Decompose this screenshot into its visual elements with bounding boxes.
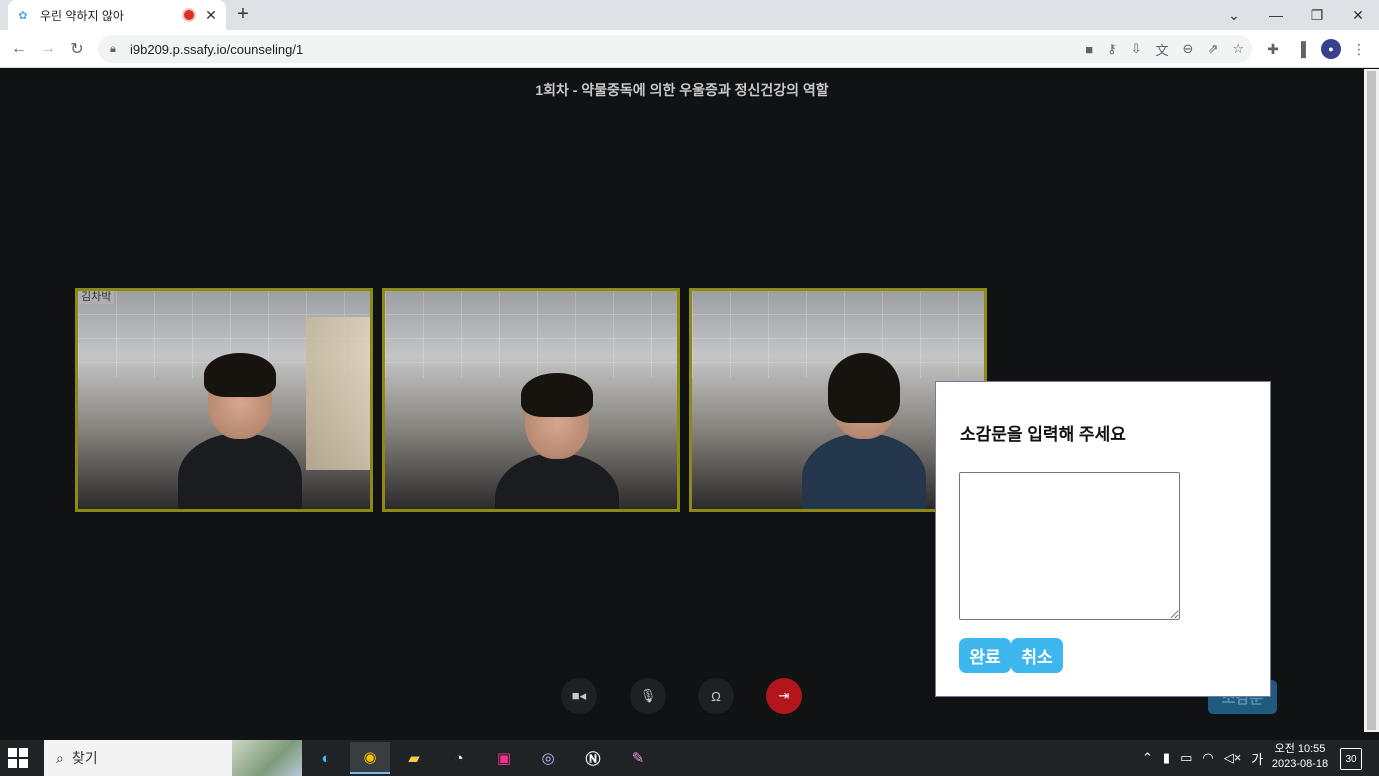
headphones-toggle-button[interactable]: Ω	[698, 678, 734, 714]
participant-video-1: 김차박	[75, 288, 373, 512]
taskbar-clock[interactable]: 오전 10:55 2023-08-18	[1266, 742, 1334, 772]
browser-tab[interactable]: ✿ 우린 약하지 않아 ✕	[8, 0, 226, 30]
cancel-button[interactable]: 취소	[1011, 638, 1063, 673]
url-text: i9b209.p.ssafy.io/counseling/1	[130, 41, 304, 57]
extensions-icon[interactable]: ✚	[1261, 37, 1285, 61]
edge-icon[interactable]: ◐	[306, 742, 346, 774]
participant-figure	[802, 353, 926, 509]
profile-avatar[interactable]: ●	[1321, 39, 1341, 59]
leave-session-button[interactable]: ⇥	[766, 678, 802, 714]
intellij-icon[interactable]: ▣	[484, 742, 524, 774]
lock-icon: 🔒︎	[110, 42, 116, 55]
participant-figure	[495, 373, 619, 509]
omnibox-actions: ■ ⚷ ⇩ 文 ⊖ ⇗ ☆	[1085, 35, 1244, 63]
restore-button[interactable]: ❐	[1297, 0, 1337, 30]
reload-icon[interactable]: ↻	[65, 37, 89, 61]
search-highlight-image	[232, 740, 302, 776]
tab-search-chevron-icon[interactable]: ⌄	[1214, 0, 1254, 30]
app-ring-icon[interactable]: ◎	[528, 742, 568, 774]
translate-icon[interactable]: 文	[1156, 40, 1169, 59]
clock-date: 2023-08-18	[1271, 758, 1329, 770]
back-arrow-icon[interactable]: ←	[7, 37, 31, 61]
page-scrollbar[interactable]	[1364, 69, 1379, 732]
app-favicon-icon: ✿	[18, 9, 28, 22]
windows-taskbar: ⌕ 찾기 ◐ ◉ ▰ ◔ ▣ ◎ Ⓝ ✎ ⌃ ▮ ▭ ◠ ◁× 가 오전 10:…	[0, 740, 1379, 776]
search-icon: ⌕	[56, 749, 64, 766]
install-icon[interactable]: ⇩	[1131, 41, 1142, 57]
notion-icon[interactable]: Ⓝ	[573, 742, 613, 774]
reflection-textarea[interactable]	[959, 472, 1180, 620]
notification-center-button[interactable]: 30	[1340, 748, 1362, 770]
start-button[interactable]	[8, 748, 28, 768]
address-bar[interactable]: 🔒︎ i9b209.p.ssafy.io/counseling/1 ■ ⚷ ⇩ …	[98, 35, 1252, 63]
minimize-button[interactable]: —	[1256, 0, 1296, 30]
leave-icon: ⇥	[778, 688, 790, 703]
reflection-modal: 소감문을 입력해 주세요 완료 취소	[935, 381, 1271, 697]
side-panel-icon[interactable]: ▐	[1289, 37, 1313, 61]
ime-indicator[interactable]: 가	[1251, 749, 1263, 768]
microphone-icon: 🎙︎	[639, 688, 657, 703]
modal-title: 소감문을 입력해 주세요	[960, 425, 1126, 444]
scrollbar-thumb[interactable]	[1367, 71, 1376, 730]
camera-toggle-button[interactable]: ■◂	[561, 678, 597, 714]
recording-indicator-icon	[184, 10, 194, 20]
bookmark-star-icon[interactable]: ☆	[1232, 41, 1244, 57]
new-tab-button[interactable]: +	[232, 4, 254, 26]
share-icon[interactable]: ⇗	[1207, 41, 1218, 57]
window-close-button[interactable]: ✕	[1338, 0, 1378, 30]
taskbar-search[interactable]: ⌕ 찾기	[44, 740, 302, 776]
volume-muted-icon[interactable]: ◁×	[1224, 750, 1242, 766]
system-tray: ⌃ ▮ ▭ ◠ ◁× 가	[1142, 740, 1263, 776]
participant-name-badge: 김차박	[78, 291, 115, 304]
chevron-up-icon[interactable]: ⌃	[1142, 750, 1153, 766]
microphone-toggle-button[interactable]: 🎙︎	[630, 678, 666, 714]
search-placeholder: 찾기	[71, 750, 98, 766]
file-explorer-icon[interactable]: ▰	[394, 742, 434, 774]
camera-icon: ■◂	[571, 688, 587, 703]
key-icon[interactable]: ⚷	[1107, 41, 1117, 57]
clock-app-icon[interactable]: ◔	[439, 742, 479, 774]
browser-tabstrip: ✿ 우린 약하지 않아 ✕ + ⌄ — ❐ ✕	[0, 0, 1379, 30]
tab-title: 우린 약하지 않아	[40, 8, 124, 23]
confirm-button[interactable]: 완료	[959, 638, 1011, 673]
browser-toolbar: ← → ↻ 🔒︎ i9b209.p.ssafy.io/counseling/1 …	[0, 30, 1379, 68]
browser-menu-icon[interactable]: ⋮	[1347, 37, 1371, 61]
battery-icon[interactable]: ▭	[1180, 750, 1192, 766]
headphones-icon: Ω	[711, 688, 721, 704]
tab-close-icon[interactable]: ✕	[204, 7, 218, 24]
zoom-icon[interactable]: ⊖	[1183, 41, 1194, 57]
clock-time: 오전 10:55	[1274, 743, 1326, 755]
chrome-icon[interactable]: ◉	[350, 742, 390, 774]
paint-app-icon[interactable]: ✎	[618, 742, 658, 774]
participant-figure	[178, 353, 302, 509]
session-title: 1회차 - 약물중독에 의한 우울증과 정신건강의 역할	[535, 82, 829, 98]
forward-arrow-icon[interactable]: →	[36, 37, 60, 61]
microphone-tray-icon[interactable]: ▮	[1163, 750, 1170, 766]
participant-video-2	[382, 288, 680, 512]
wifi-icon[interactable]: ◠	[1202, 750, 1213, 766]
camera-permission-icon[interactable]: ■	[1085, 42, 1093, 57]
